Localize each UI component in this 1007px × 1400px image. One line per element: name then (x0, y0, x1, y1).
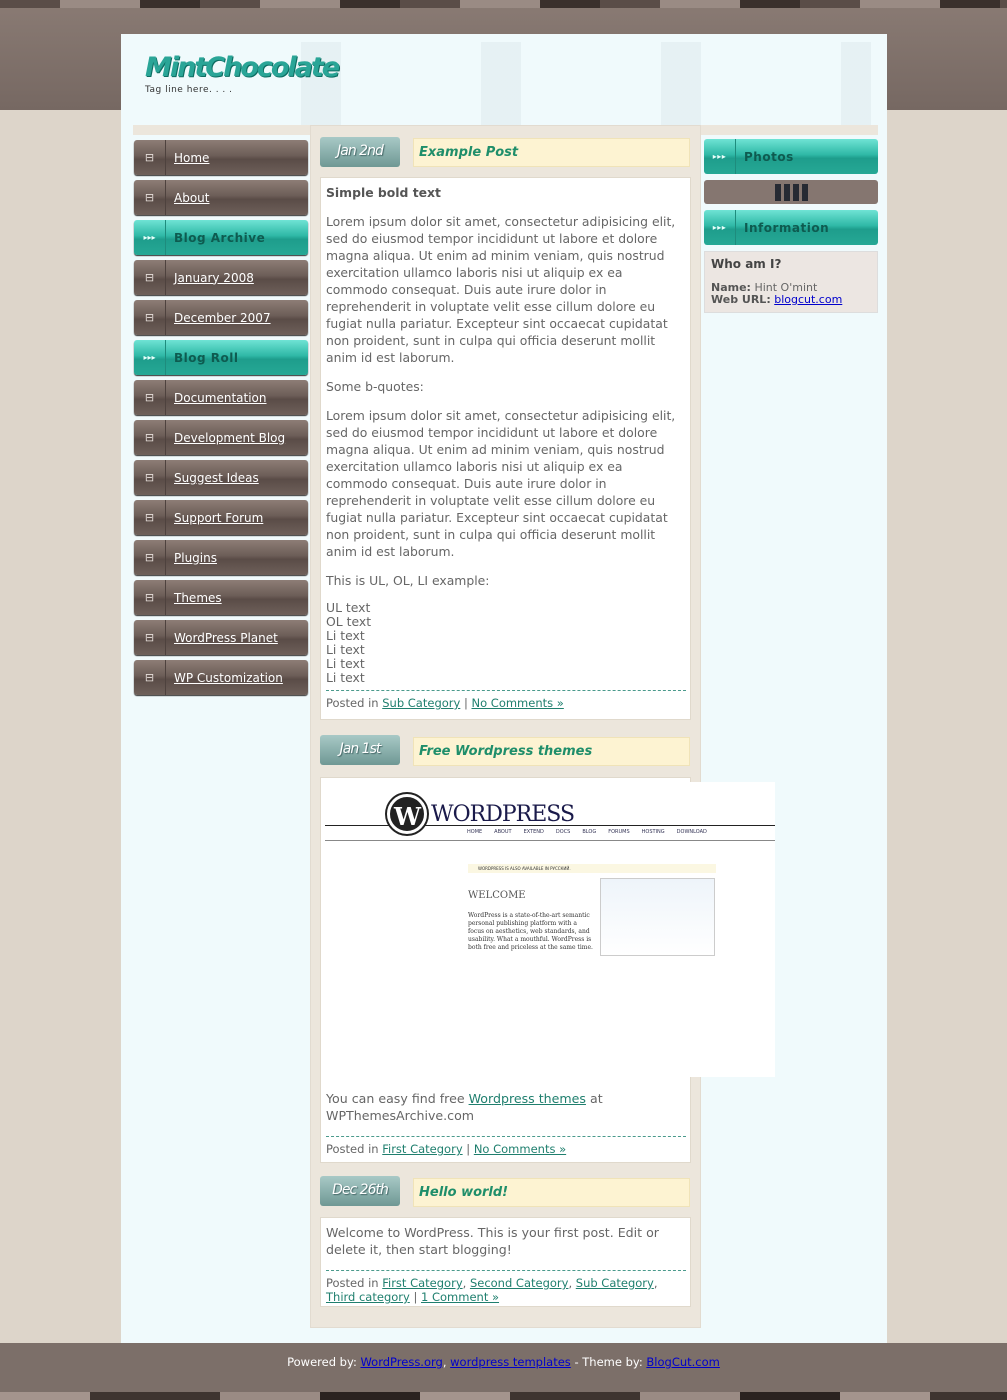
wordpress-nav-item: HOME (467, 829, 483, 835)
minus-box-icon: ⊟ (134, 540, 166, 575)
wordpress-nav-item: HOSTING (641, 829, 665, 835)
posted-in-label: Posted in (326, 696, 379, 710)
triple-arrow-icon: ▸▸▸ (704, 210, 736, 245)
nav-item-documentation[interactable]: ⊟ Documentation (134, 380, 308, 415)
post-date: Jan 2nd (320, 137, 400, 167)
triple-arrow-icon: ▸▸▸ (704, 139, 736, 174)
comments-link[interactable]: 1 Comment » (421, 1290, 499, 1304)
posted-in-label: Posted in (326, 1276, 379, 1290)
author-url-link[interactable]: blogcut.com (774, 293, 842, 306)
nav-item-blog-roll[interactable]: ▸▸▸ Blog Roll (134, 340, 308, 375)
wordpress-welcome: WELCOME (468, 890, 526, 901)
wordpress-nav-item: DOCS (555, 829, 571, 835)
category-link[interactable]: First Category (382, 1276, 462, 1290)
post-date: Jan 1st (320, 735, 400, 765)
wordpress-nav-item: EXTEND (523, 829, 544, 835)
minus-box-icon: ⊟ (134, 420, 166, 455)
about-title: Who am I? (711, 257, 782, 271)
admin-screenshot (600, 878, 715, 956)
information-heading[interactable]: ▸▸▸ Information (704, 210, 878, 245)
post-text: You can easy find free Wordpress themes … (326, 1091, 603, 1123)
wordpress-templates-link[interactable]: wordpress templates (450, 1355, 571, 1369)
post-date: Dec 26th (320, 1176, 400, 1206)
blogcut-link[interactable]: BlogCut.com (646, 1355, 719, 1369)
nav-item-support-forum[interactable]: ⊟ Support Forum (134, 500, 308, 535)
nav-item-themes[interactable]: ⊟ Themes (134, 580, 308, 615)
left-sidebar-nav: ⊟ Home ⊟ About ▸▸▸ Blog Archive ⊟ January 2008 ⊟… (134, 140, 308, 700)
category-link[interactable]: Second Category (470, 1276, 569, 1290)
post-bold-text: Simple bold text (326, 185, 441, 200)
wordpress-nav: HOME ABOUT EXTEND DOCS BLOG FORUMS HOSTING DOWN… (467, 829, 707, 835)
comments-link[interactable]: No Comments » (472, 696, 564, 710)
minus-box-icon: ⊟ (134, 300, 166, 335)
post-title[interactable]: Free Wordpress themes (413, 737, 690, 766)
nav-item-blog-archive[interactable]: ▸▸▸ Blog Archive (134, 220, 308, 255)
wordpress-logo: W WORDPRESS (387, 794, 575, 834)
category-link[interactable]: First Category (382, 1142, 462, 1156)
post-paragraph: Lorem ipsum dolor sit amet, consectetur … (326, 214, 676, 365)
comments-link[interactable]: No Comments » (474, 1142, 566, 1156)
triple-arrow-icon: ▸▸▸ (134, 220, 166, 255)
photos-heading[interactable]: ▸▸▸ Photos (704, 139, 878, 174)
wordpress-intro: WordPress is a state-of-the-art semantic… (468, 912, 593, 951)
wordpress-nav-item: ABOUT (494, 829, 512, 835)
post-paragraph: This is UL, OL, LI example: (326, 573, 490, 588)
nav-item-home[interactable]: ⊟ Home (134, 140, 308, 175)
post-body: Simple bold text Lorem ipsum dolor sit a… (320, 177, 691, 720)
post-title[interactable]: Example Post (413, 138, 690, 167)
minus-box-icon: ⊟ (134, 620, 166, 655)
post-paragraph: Some b-quotes: (326, 379, 424, 394)
right-sidebar: ▸▸▸ Photos ▸▸▸ Information Who am I? Name:… (704, 139, 878, 313)
themes-link[interactable]: Wordpress themes (469, 1091, 586, 1106)
nav-item-wp-customization[interactable]: ⊟ WP Customization (134, 660, 308, 695)
wordpress-screenshot-image: W WORDPRESS HOME ABOUT EXTEND DOCS BLOG FORUMS… (325, 782, 775, 1077)
list-item: Li text (326, 628, 365, 643)
posted-in-label: Posted in (326, 1142, 379, 1156)
nav-item-january-2008[interactable]: ⊟ January 2008 (134, 260, 308, 295)
nav-item-development-blog[interactable]: ⊟ Development Blog (134, 420, 308, 455)
wordpress-nav-item: DOWNLOAD (676, 829, 707, 835)
post-paragraph: Lorem ipsum dolor sit amet, consectetur … (326, 408, 676, 559)
minus-box-icon: ⊟ (134, 580, 166, 615)
category-link[interactable]: Third category (326, 1290, 410, 1304)
post-title[interactable]: Hello world! (413, 1178, 690, 1207)
post-meta: Posted in Sub Category | No Comments » (326, 690, 686, 710)
nav-item-plugins[interactable]: ⊟ Plugins (134, 540, 308, 575)
minus-box-icon: ⊟ (134, 180, 166, 215)
list-item: Li text (326, 670, 365, 685)
nav-item-suggest-ideas[interactable]: ⊟ Suggest Ideas (134, 460, 308, 495)
category-link[interactable]: Sub Category (576, 1276, 654, 1290)
minus-box-icon: ⊟ (134, 460, 166, 495)
footer: Powered by: WordPress.org, wordpress tem… (0, 1343, 1007, 1400)
minus-box-icon: ⊟ (134, 380, 166, 415)
photos-placeholder (704, 180, 878, 204)
about-box: Who am I? Name: Hint O'mint Web URL: blo… (704, 251, 878, 313)
post-list: UL text OL text Li text Li text Li text Li te… (326, 601, 686, 685)
wordpress-nav-item: BLOG (582, 829, 597, 835)
wordpress-nav-item: FORUMS (608, 829, 630, 835)
triple-arrow-icon: ▸▸▸ (134, 340, 166, 375)
nav-item-wordpress-planet[interactable]: ⊟ WordPress Planet (134, 620, 308, 655)
post-meta: Posted in First Category | No Comments » (326, 1136, 686, 1156)
site-logo[interactable]: MintChocolate (145, 52, 340, 83)
post-text: Welcome to WordPress. This is your first… (326, 1225, 659, 1257)
category-link[interactable]: Sub Category (382, 696, 460, 710)
wordpress-org-link[interactable]: WordPress.org (360, 1355, 442, 1369)
list-item: OL text (326, 614, 372, 629)
minus-box-icon: ⊟ (134, 260, 166, 295)
minus-box-icon: ⊟ (134, 660, 166, 695)
nav-item-december-2007[interactable]: ⊟ December 2007 (134, 300, 308, 335)
post-meta: Posted in First Category, Second Categor… (326, 1270, 686, 1304)
nav-item-about[interactable]: ⊟ About (134, 180, 308, 215)
list-item: Li text (326, 656, 365, 671)
wordpress-notice: WORDPRESS IS ALSO AVAILABLE IN РУССКИЙ. (468, 864, 716, 873)
post-body: Welcome to WordPress. This is your first… (320, 1217, 691, 1307)
minus-box-icon: ⊟ (134, 500, 166, 535)
list-item: Li text (326, 642, 365, 657)
site-tagline: Tag line here. . . . (145, 85, 233, 95)
minus-box-icon: ⊟ (134, 140, 166, 175)
list-item: UL text (326, 600, 371, 615)
